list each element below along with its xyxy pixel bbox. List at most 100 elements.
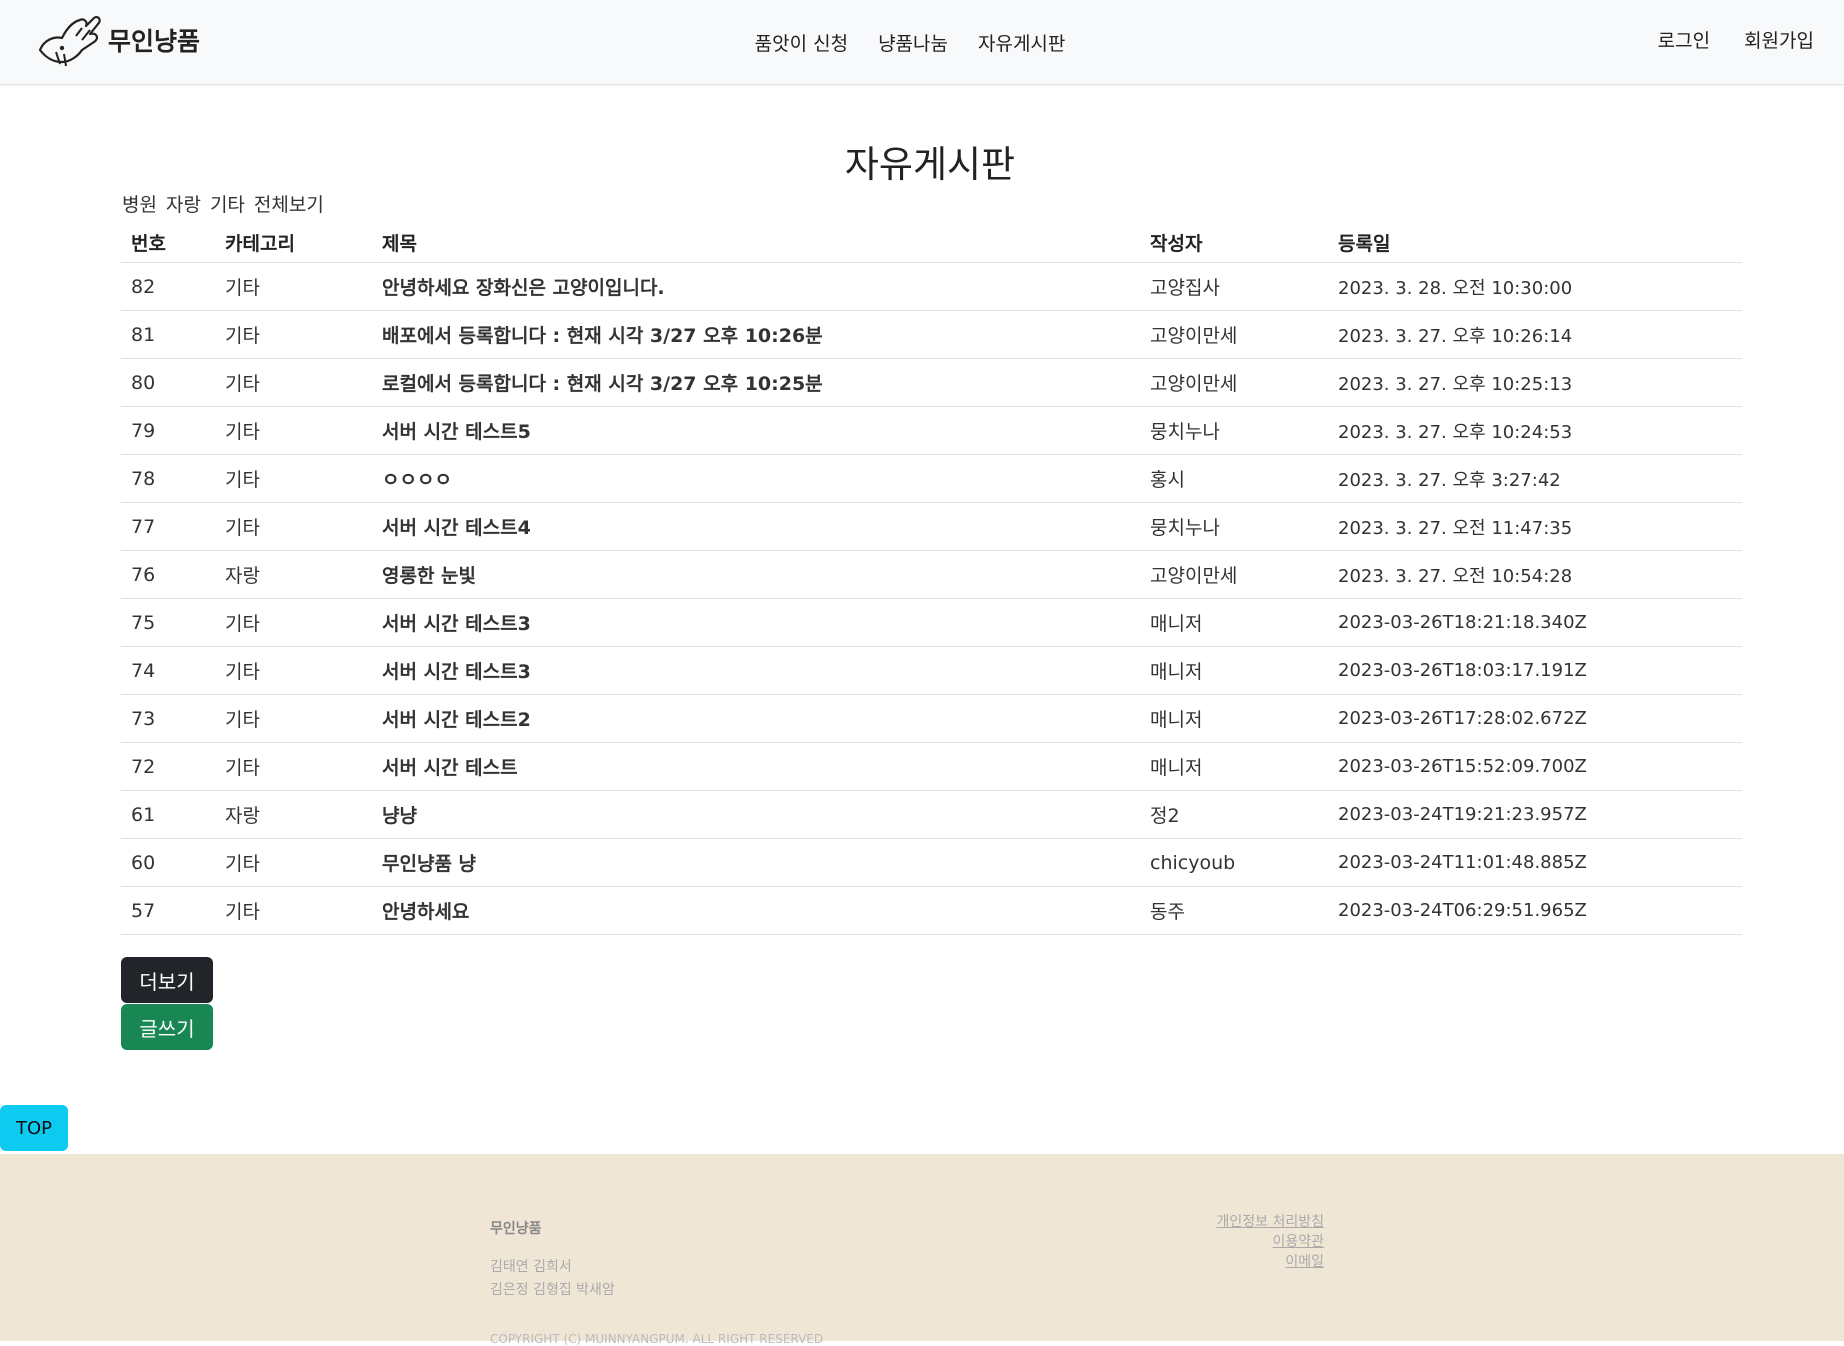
cell-category: 기타 [215, 454, 372, 503]
table-row[interactable]: 80 기타 로컬에서 등록합니다 : 현재 시각 3/27 오후 10:25분 고양이… [121, 358, 1742, 407]
cell-category: 기타 [215, 646, 372, 695]
logo-link[interactable]: 무인냥품 [36, 12, 200, 68]
post-title-link[interactable]: 배포에서 등록합니다 : 현재 시각 3/27 오후 10:26분 [372, 310, 1140, 359]
cell-date: 2023. 3. 27. 오후 3:27:42 [1328, 454, 1742, 503]
post-title-link[interactable]: 안녕하세요 [372, 886, 1140, 935]
table-row[interactable]: 57 기타 안녕하세요 동주 2023-03-24T06:29:51.965Z [121, 886, 1742, 935]
cell-number: 77 [121, 502, 215, 551]
post-title-link[interactable]: ㅇㅇㅇㅇ [372, 454, 1140, 503]
cell-category: 자랑 [215, 790, 372, 839]
cell-date: 2023-03-26T18:21:18.340Z [1328, 598, 1742, 647]
cat-paw-logo-icon [38, 16, 101, 67]
cell-author: 홍시 [1140, 454, 1328, 503]
cell-author: 고양이만세 [1140, 358, 1328, 407]
scroll-top-button[interactable]: TOP [0, 1105, 68, 1151]
cell-date: 2023-03-26T15:52:09.700Z [1328, 742, 1742, 791]
category-etc[interactable]: 기타 [210, 190, 245, 217]
cell-date: 2023. 3. 27. 오전 11:47:35 [1328, 502, 1742, 551]
post-title-link[interactable]: 서버 시간 테스트3 [372, 598, 1140, 647]
table-row[interactable]: 79 기타 서버 시간 테스트5 뭉치누나 2023. 3. 27. 오후 10:24:… [121, 406, 1742, 455]
cell-category: 기타 [215, 838, 372, 887]
cell-date: 2023-03-26T18:03:17.191Z [1328, 646, 1742, 695]
cell-date: 2023-03-26T17:28:02.672Z [1328, 694, 1742, 743]
post-title-link[interactable]: 안녕하세요 장화신은 고양이입니다. [372, 262, 1140, 311]
post-table: 번호 카테고리 제목 작성자 등록일 82 기타 안녕하세요 장화신은 고양이입니다… [121, 222, 1742, 935]
cell-category: 기타 [215, 598, 372, 647]
cell-category: 기타 [215, 262, 372, 311]
table-header-row: 번호 카테고리 제목 작성자 등록일 [121, 222, 1742, 263]
cell-number: 79 [121, 406, 215, 455]
nav-link-free-board[interactable]: 자유게시판 [978, 29, 1065, 56]
cell-category: 기타 [215, 886, 372, 935]
column-header-author: 작성자 [1140, 222, 1328, 263]
privacy-policy-link[interactable]: 개인정보 처리방침 [1217, 1212, 1325, 1232]
login-link[interactable]: 로그인 [1658, 26, 1710, 53]
nav-link-pumasi[interactable]: 품앗이 신청 [755, 29, 848, 56]
post-title-link[interactable]: 서버 시간 테스트4 [372, 502, 1140, 551]
table-row[interactable]: 82 기타 안녕하세요 장화신은 고양이입니다. 고양집사 2023. 3. 28. 오… [121, 262, 1742, 311]
category-filter: 병원 자랑 기타 전체보기 [122, 190, 324, 217]
email-link[interactable]: 이메일 [1217, 1252, 1324, 1272]
cell-number: 75 [121, 598, 215, 647]
table-row[interactable]: 81 기타 배포에서 등록합니다 : 현재 시각 3/27 오후 10:26분 고양이… [121, 310, 1742, 359]
more-button[interactable]: 더보기 [121, 957, 213, 1003]
post-title-link[interactable]: 무인냥품 냥 [372, 838, 1140, 887]
page-title: 자유게시판 [844, 143, 1016, 186]
footer-brand: 무인냥품 [490, 1221, 542, 1237]
table-row[interactable]: 75 기타 서버 시간 테스트3 매니저 2023-03-26T18:21:18.340… [121, 598, 1742, 647]
footer-copyright: COPYRIGHT (C) MUINNYANGPUM. ALL RIGHT RE… [490, 1332, 824, 1346]
cell-number: 72 [121, 742, 215, 791]
cell-number: 81 [121, 310, 215, 359]
post-title-link[interactable]: 서버 시간 테스트3 [372, 646, 1140, 695]
footer-team: 김태연 김희서 김은정 김형집 박새암 [490, 1256, 615, 1302]
footer-team-line: 김은정 김형집 박새암 [490, 1282, 615, 1298]
cell-date: 2023. 3. 28. 오전 10:30:00 [1328, 262, 1742, 311]
cell-category: 기타 [215, 310, 372, 359]
table-row[interactable]: 60 기타 무인냥품 냥 chicyoub 2023-03-24T11:01:48.88… [121, 838, 1742, 887]
cell-author: 매니저 [1140, 646, 1328, 695]
cell-author: 뭉치누나 [1140, 406, 1328, 455]
cell-number: 74 [121, 646, 215, 695]
table-row[interactable]: 61 자랑 냥냥 정2 2023-03-24T19:21:23.957Z [121, 790, 1742, 839]
post-title-link[interactable]: 영롱한 눈빛 [372, 550, 1140, 599]
table-row[interactable]: 76 자랑 영롱한 눈빛 고양이만세 2023. 3. 27. 오전 10:54:28 [121, 550, 1742, 599]
footer-team-line: 김태연 김희서 [490, 1259, 572, 1275]
cell-number: 80 [121, 358, 215, 407]
cell-author: chicyoub [1140, 838, 1328, 887]
cell-author: 동주 [1140, 886, 1328, 935]
column-header-category: 카테고리 [215, 222, 372, 263]
cell-author: 고양이만세 [1140, 550, 1328, 599]
cell-author: 정2 [1140, 790, 1328, 839]
cell-number: 78 [121, 454, 215, 503]
write-button[interactable]: 글쓰기 [121, 1004, 213, 1050]
post-title-link[interactable]: 로컬에서 등록합니다 : 현재 시각 3/27 오후 10:25분 [372, 358, 1140, 407]
post-title-link[interactable]: 냥냥 [372, 790, 1140, 839]
table-row[interactable]: 73 기타 서버 시간 테스트2 매니저 2023-03-26T17:28:02.672… [121, 694, 1742, 743]
table-row[interactable]: 77 기타 서버 시간 테스트4 뭉치누나 2023. 3. 27. 오전 11:47:… [121, 502, 1742, 551]
main-nav: 품앗이 신청 냥품나눔 자유게시판 [0, 0, 1844, 84]
cell-category: 기타 [215, 694, 372, 743]
signup-link[interactable]: 회원가입 [1744, 26, 1814, 53]
cell-author: 고양집사 [1140, 262, 1328, 311]
logo-text: 무인냥품 [108, 27, 201, 56]
cell-category: 기타 [215, 502, 372, 551]
cell-author: 매니저 [1140, 742, 1328, 791]
cell-number: 61 [121, 790, 215, 839]
terms-link[interactable]: 이용약관 [1217, 1232, 1324, 1252]
post-title-link[interactable]: 서버 시간 테스트2 [372, 694, 1140, 743]
cell-category: 기타 [215, 406, 372, 455]
category-hospital[interactable]: 병원 [122, 190, 157, 217]
cell-date: 2023-03-24T11:01:48.885Z [1328, 838, 1742, 887]
table-row[interactable]: 74 기타 서버 시간 테스트3 매니저 2023-03-26T18:03:17.191… [121, 646, 1742, 695]
auth-links: 로그인 회원가입 [1658, 0, 1814, 78]
post-title-link[interactable]: 서버 시간 테스트 [372, 742, 1140, 791]
table-row[interactable]: 78 기타 ㅇㅇㅇㅇ 홍시 2023. 3. 27. 오후 3:27:42 [121, 454, 1742, 503]
cell-number: 57 [121, 886, 215, 935]
nav-link-sharing[interactable]: 냥품나눔 [878, 29, 948, 56]
category-brag[interactable]: 자랑 [166, 190, 201, 217]
cell-author: 매니저 [1140, 598, 1328, 647]
post-title-link[interactable]: 서버 시간 테스트5 [372, 406, 1140, 455]
cell-category: 자랑 [215, 550, 372, 599]
category-all[interactable]: 전체보기 [254, 190, 324, 217]
table-row[interactable]: 72 기타 서버 시간 테스트 매니저 2023-03-26T15:52:09.700Z [121, 742, 1742, 791]
